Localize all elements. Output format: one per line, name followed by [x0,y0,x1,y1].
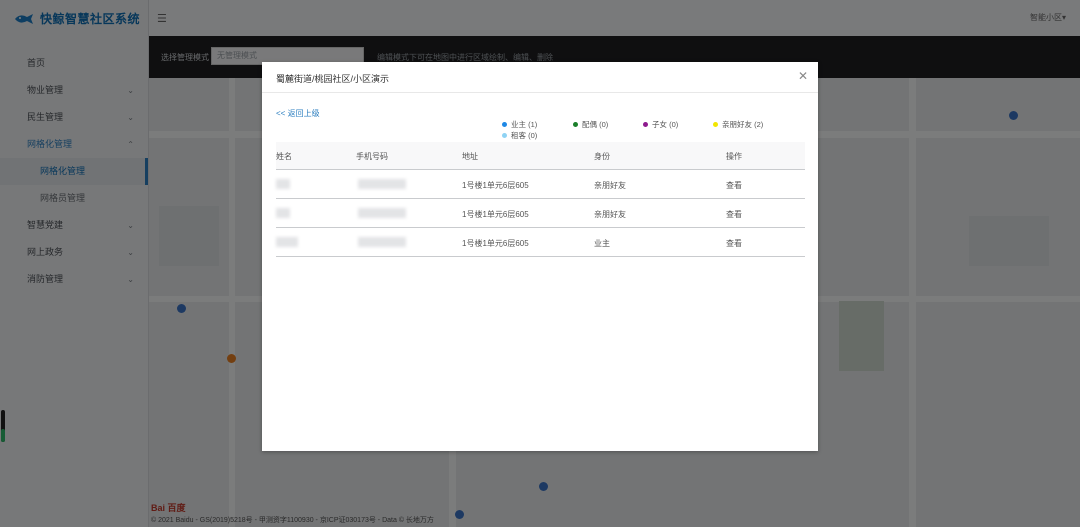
address-cell: 1号楼1单元6层605 [462,210,529,219]
redacted-name [276,237,298,247]
legend-item: 配偶 (0) [573,119,608,130]
legend-label: 租客 (0) [511,131,538,140]
address-cell: 1号楼1单元6层605 [462,239,529,248]
legend-dot [713,121,718,127]
address-cell: 1号楼1单元6层605 [462,181,529,190]
legend-dot [502,121,507,127]
identity-cell: 亲朋好友 [594,210,626,219]
legend-item: 租客 (0) [502,130,537,141]
identity-cell: 业主 [594,239,610,248]
table-row: 1号楼1单元6层605 亲朋好友 查看 [276,199,805,228]
redacted-phone [358,179,406,189]
view-link[interactable]: 查看 [726,209,742,220]
residents-table: 姓名 手机号码 地址 身份 操作 1号楼1单元6层605 亲朋好友 查看 1号楼… [276,142,805,257]
legend-item: 亲朋好友 (2) [713,119,763,130]
legend-label: 配偶 (0) [582,120,609,129]
identity-legend: 业主 (1) 配偶 (0) 子女 (0) 亲朋好友 (2) 租客 (0) [502,119,792,141]
legend-label: 亲朋好友 (2) [722,120,764,129]
view-link[interactable]: 查看 [726,238,742,249]
modal-header: 蜀麓街道/桃园社区/小区演示 ✕ [262,62,818,93]
legend-dot [502,132,507,138]
legend-dot [643,121,648,127]
identity-cell: 亲朋好友 [594,181,626,190]
redacted-name [276,208,290,218]
back-link[interactable]: << 返回上级 [276,108,320,119]
column-header: 地址 [462,152,478,161]
legend-label: 子女 (0) [652,120,679,129]
table-header: 姓名 手机号码 地址 身份 操作 [276,142,805,170]
column-header: 操作 [726,152,742,161]
legend-item: 子女 (0) [643,119,678,130]
legend-label: 业主 (1) [511,120,538,129]
view-link[interactable]: 查看 [726,180,742,191]
column-header: 身份 [594,152,610,161]
column-header: 手机号码 [356,152,388,161]
table-row: 1号楼1单元6层605 业主 查看 [276,228,805,257]
redacted-name [276,179,290,189]
legend-dot [573,121,578,127]
redacted-phone [358,208,406,218]
modal-title: 蜀麓街道/桃园社区/小区演示 [276,74,390,84]
legend-item: 业主 (1) [502,119,537,130]
residents-modal: 蜀麓街道/桃园社区/小区演示 ✕ << 返回上级 业主 (1) 配偶 (0) 子… [262,62,818,451]
redacted-phone [358,237,406,247]
column-header: 姓名 [276,152,292,161]
table-row: 1号楼1单元6层605 亲朋好友 查看 [276,170,805,199]
close-icon[interactable]: ✕ [798,69,808,83]
